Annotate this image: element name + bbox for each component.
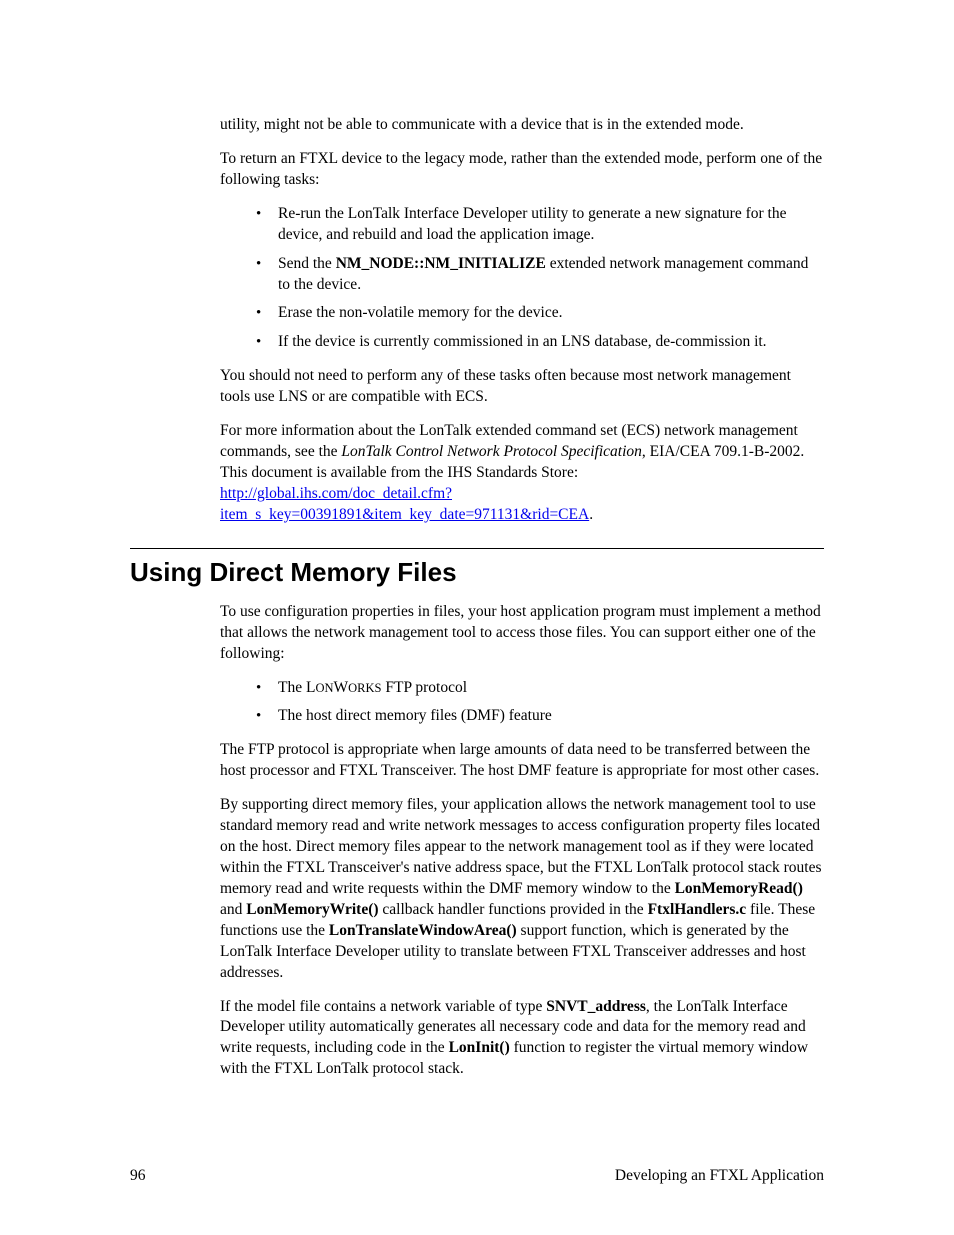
list-item: The LONWORKS FTP protocol — [256, 678, 824, 699]
list-item: Erase the non-volatile memory for the de… — [256, 303, 824, 324]
paragraph-ftp: The FTP protocol is appropriate when lar… — [220, 740, 824, 782]
bold-text: SNVT_address — [546, 998, 646, 1015]
text: . — [589, 506, 593, 523]
text: and — [220, 901, 246, 918]
text: callback handler functions provided in t… — [379, 901, 648, 918]
task-list: Re-run the LonTalk Interface Developer u… — [256, 204, 824, 354]
list-item: The host direct memory files (DMF) featu… — [256, 706, 824, 727]
text: The L — [278, 679, 315, 696]
text: FTP protocol — [382, 679, 468, 696]
bold-text: LonTranslateWindowArea() — [329, 922, 517, 939]
footer-title: Developing an FTXL Application — [615, 1167, 824, 1185]
paragraph-dmf: By supporting direct memory files, your … — [220, 795, 824, 983]
bold-text: FtxlHandlers.c — [648, 901, 747, 918]
link-ihs[interactable]: http://global.ihs.com/doc_detail.cfm?ite… — [220, 485, 589, 523]
bold-text: LonInit() — [449, 1039, 510, 1056]
paragraph-model: If the model file contains a network var… — [220, 997, 824, 1081]
footer: 96 Developing an FTXL Application — [130, 1167, 824, 1185]
paragraph-info: For more information about the LonTalk e… — [220, 421, 824, 526]
bold-text: LonMemoryRead() — [675, 880, 803, 897]
text: Send the — [278, 255, 336, 272]
paragraph-intro: utility, might not be able to communicat… — [220, 115, 824, 136]
paragraph-config: To use configuration properties in files… — [220, 602, 824, 665]
text: If the model file contains a network var… — [220, 998, 546, 1015]
smallcaps: ORKS — [348, 681, 381, 695]
text: W — [334, 679, 349, 696]
italic-text: LonTalk Control Network Protocol Specifi… — [341, 443, 642, 460]
bold-text: LonMemoryWrite() — [246, 901, 378, 918]
bold-text: NM_NODE::NM_INITIALIZE — [336, 255, 546, 272]
section-heading: Using Direct Memory Files — [130, 557, 824, 588]
paragraph-note: You should not need to perform any of th… — [220, 366, 824, 408]
paragraph-return: To return an FTXL device to the legacy m… — [220, 149, 824, 191]
divider — [130, 548, 824, 549]
list-item: If the device is currently commissioned … — [256, 332, 824, 353]
list-item: Re-run the LonTalk Interface Developer u… — [256, 204, 824, 246]
protocol-list: The LONWORKS FTP protocol The host direc… — [256, 678, 824, 728]
smallcaps: ON — [315, 681, 333, 695]
page-number: 96 — [130, 1167, 146, 1185]
list-item: Send the NM_NODE::NM_INITIALIZE extended… — [256, 254, 824, 296]
